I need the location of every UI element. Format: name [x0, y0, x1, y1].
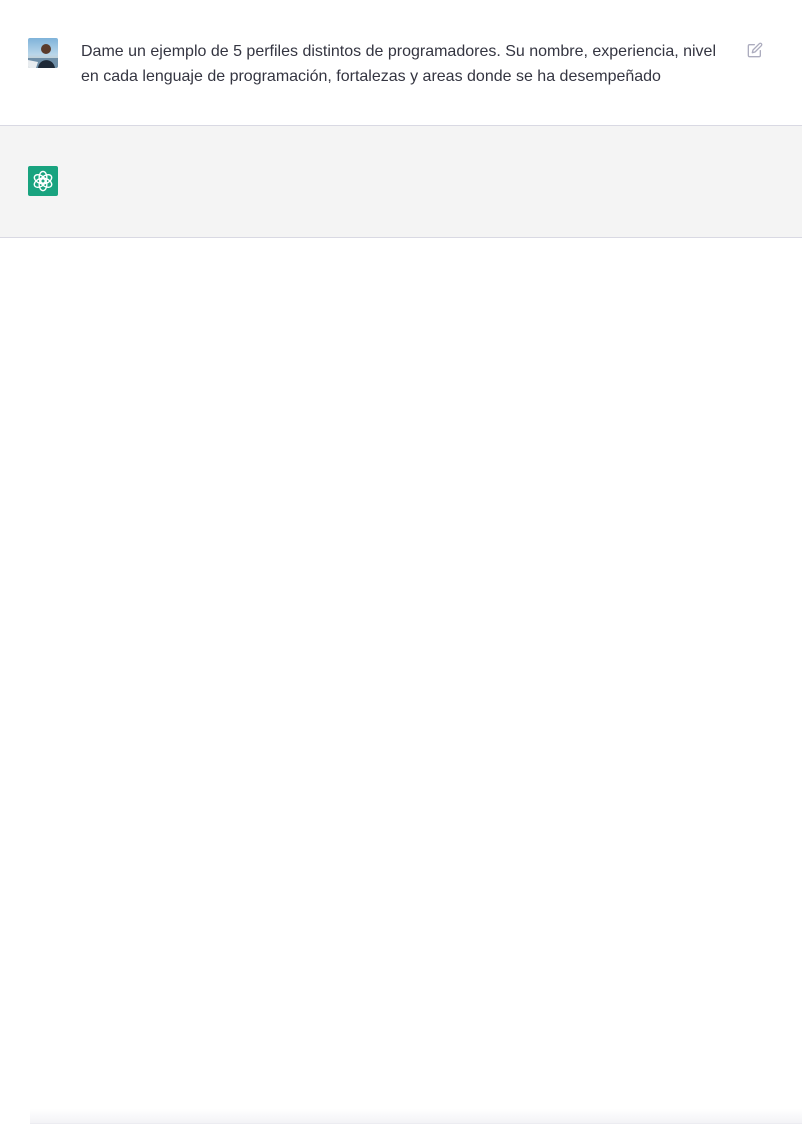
user-photo-icon	[28, 38, 58, 68]
user-message-row: Dame un ejemplo de 5 perfiles distintos …	[0, 0, 802, 126]
user-message-text: Dame un ejemplo de 5 perfiles distintos …	[81, 43, 717, 85]
assistant-message-text	[81, 167, 736, 192]
conversation-thread: Dame un ejemplo de 5 perfiles distintos …	[0, 0, 802, 238]
assistant-message-row	[0, 126, 802, 238]
assistant-avatar	[28, 166, 58, 196]
edit-message-button[interactable]	[745, 40, 765, 60]
openai-logo-icon	[33, 170, 53, 192]
edit-icon	[747, 42, 763, 58]
bottom-fade-divider	[30, 1109, 802, 1124]
user-avatar	[28, 38, 58, 68]
